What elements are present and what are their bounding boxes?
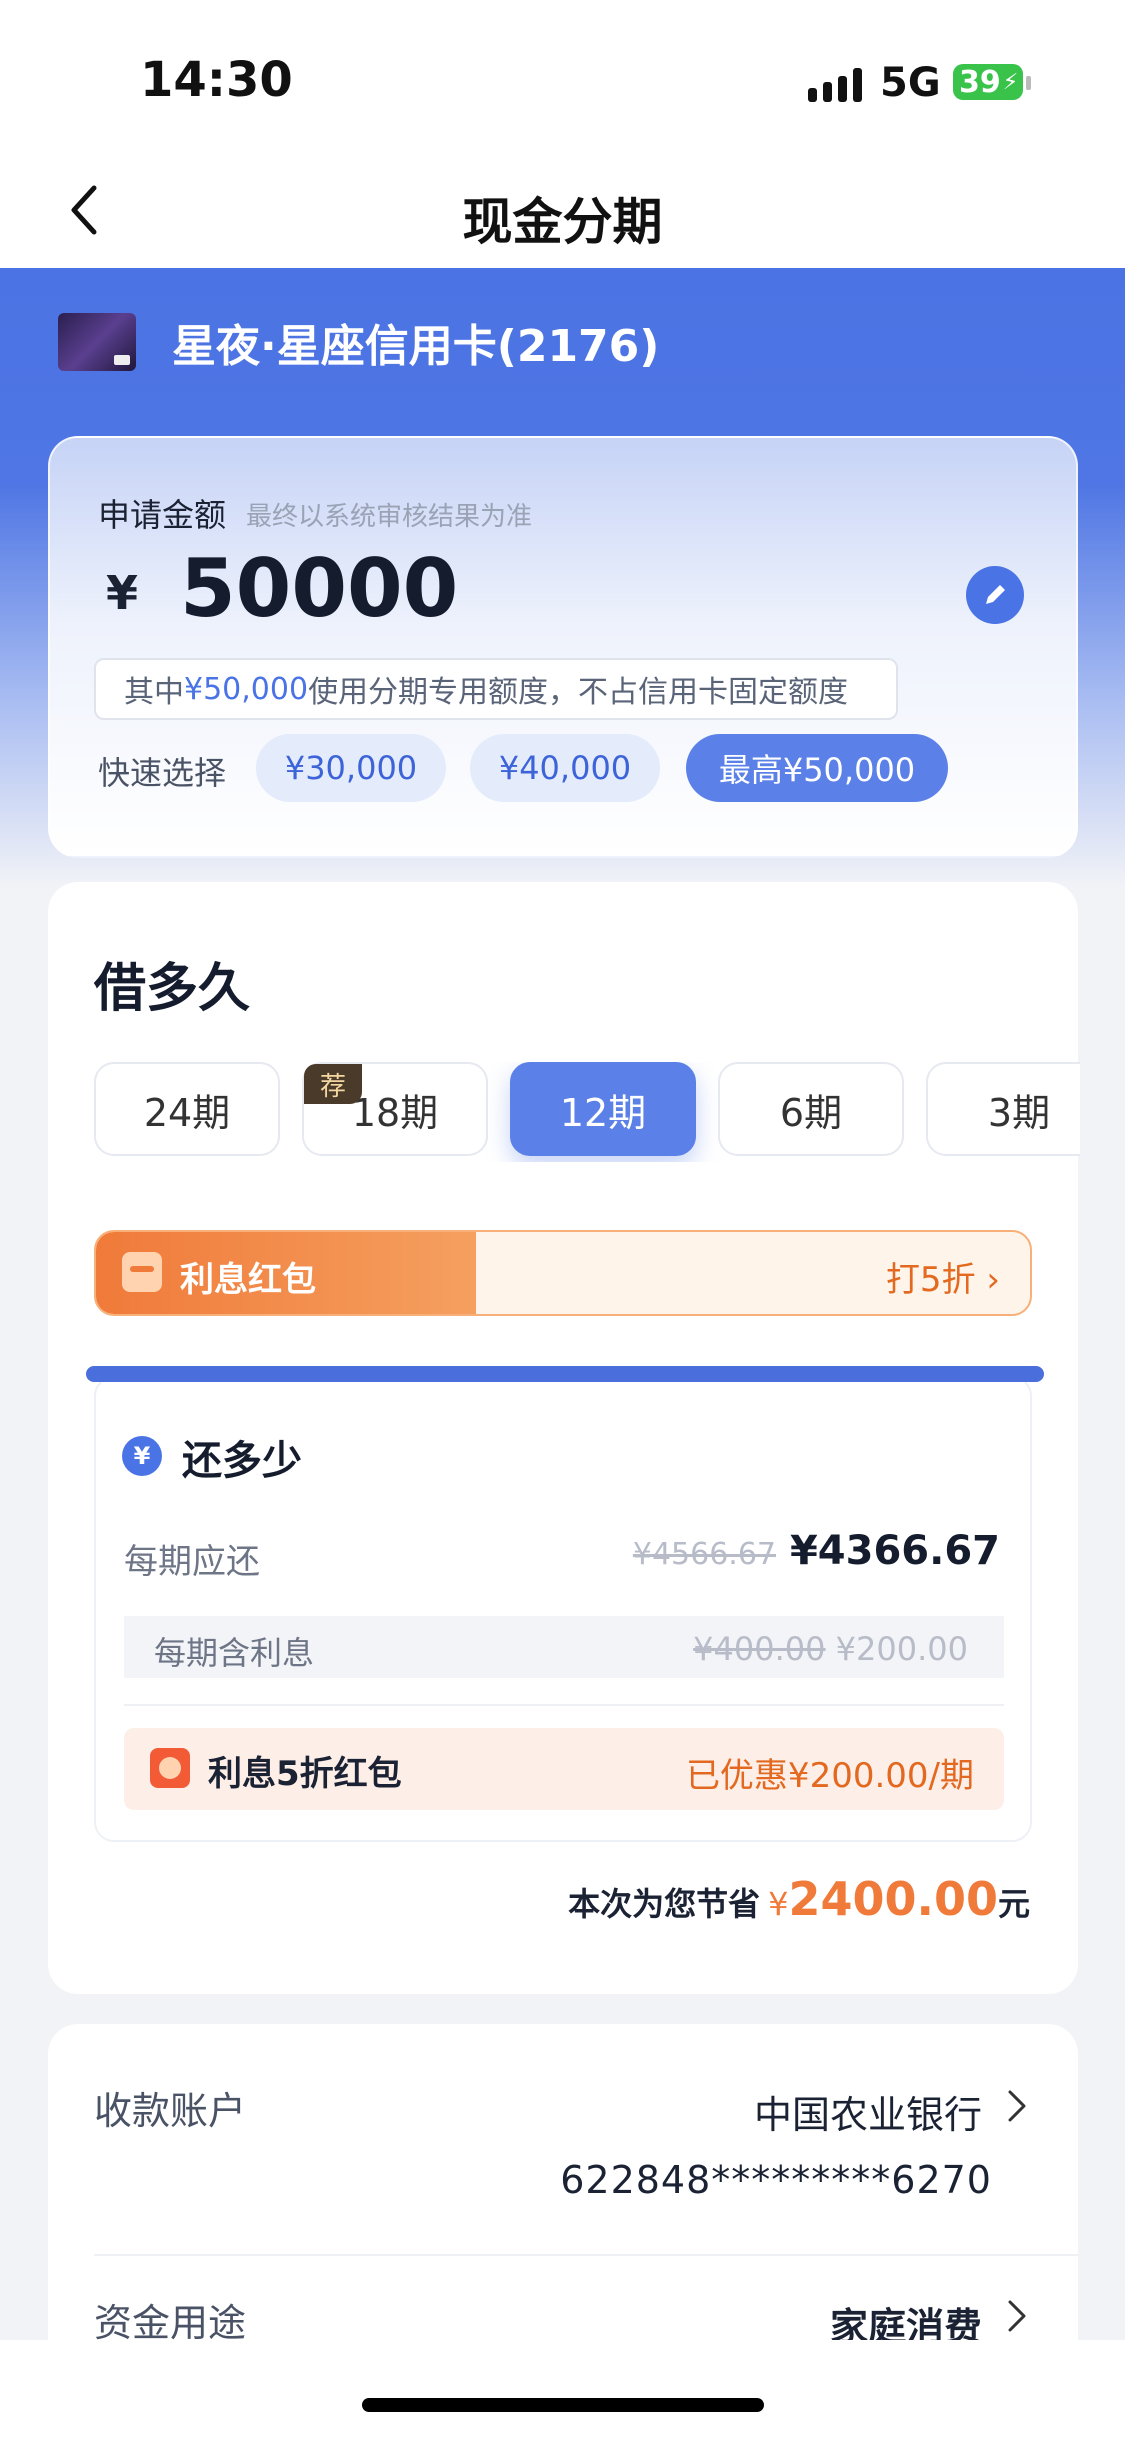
red-envelope-icon — [150, 1748, 190, 1788]
term-option-12[interactable]: 12期 — [510, 1062, 696, 1156]
quick-option-40000[interactable]: ¥40,000 — [470, 734, 660, 802]
quota-note-suffix: 使用分期专用额度，不占信用卡固定额度 — [308, 675, 849, 710]
savings-line: 本次为您节省 ¥ 2400.00 元 — [568, 1872, 1030, 1926]
quota-note-amount: ¥50,000 — [184, 671, 309, 707]
interest-label: 每期含利息 — [154, 1634, 315, 1672]
account-bank[interactable]: 中国农业银行 — [754, 2084, 982, 2139]
status-time: 14:30 — [140, 52, 293, 108]
coupon-action: 打5折 › — [886, 1252, 1000, 1301]
term-option-6[interactable]: 6期 — [718, 1062, 904, 1156]
coupon-left-section: 利息红包 — [96, 1232, 476, 1314]
edit-amount-button[interactable] — [966, 566, 1024, 624]
currency-symbol: ¥ — [106, 566, 139, 620]
network-type: 5G — [880, 60, 941, 106]
term-label: 12期 — [559, 1090, 647, 1135]
status-bar: 14:30 5G 39 ⚡ — [0, 0, 1125, 160]
discount-value: 已优惠¥200.00/期 — [685, 1756, 974, 1796]
apply-amount-hint: 最终以系统审核结果为准 — [246, 502, 533, 532]
battery-icon: 39 ⚡ — [953, 64, 1023, 100]
purpose-label: 资金用途 — [94, 2301, 247, 2345]
chevron-right-icon[interactable] — [1002, 2296, 1032, 2336]
chevron-right-icon: › — [986, 1260, 1000, 1300]
term-options: 24期 荐 18期 12期 6期 3期 — [94, 1062, 1080, 1162]
divider — [124, 1704, 1004, 1706]
divider — [94, 2254, 1078, 2256]
amount-panel: 申请金额 最终以系统审核结果为准 ¥ 50000 其中 ¥50,000 使用分期专用… — [48, 436, 1078, 858]
per-period-amount: ¥4566.67 ¥4366.67 — [633, 1528, 1000, 1574]
term-option-3[interactable]: 3期 — [926, 1062, 1080, 1156]
recommend-tag: 荐 — [304, 1064, 362, 1104]
repayment-box-accent — [86, 1366, 1044, 1382]
apply-amount-label: 申请金额 — [98, 496, 227, 534]
savings-amount: 2400.00 — [788, 1872, 998, 1926]
quick-option-30000[interactable]: ¥30,000 — [256, 734, 446, 802]
coupon-label: 利息红包 — [180, 1260, 316, 1300]
term-title: 借多久 — [94, 959, 251, 1019]
discount-label: 利息5折红包 — [208, 1754, 402, 1794]
account-label: 收款账户 — [94, 2089, 247, 2133]
savings-unit: 元 — [997, 1885, 1030, 1923]
interest-original: ¥400.00 — [693, 1630, 826, 1668]
page-title: 现金分期 — [462, 193, 663, 251]
discount-row: 利息5折红包 已优惠¥200.00/期 — [124, 1728, 1004, 1810]
battery-tip — [1026, 76, 1031, 90]
quota-note-prefix: 其中 — [124, 675, 184, 710]
money-bag-icon: ¥ — [122, 1436, 162, 1476]
home-indicator[interactable] — [362, 2398, 764, 2412]
battery-level: 39 — [959, 64, 1001, 100]
home-indicator-area — [0, 2340, 1125, 2439]
quota-note: 其中 ¥50,000 使用分期专用额度，不占信用卡固定额度 — [94, 658, 898, 720]
term-label: 3期 — [987, 1090, 1051, 1135]
interest-coupon-bar[interactable]: 利息红包 打5折 › — [94, 1230, 1032, 1316]
per-period-value: ¥4366.67 — [789, 1528, 1000, 1574]
interest-amount: ¥400.00 ¥200.00 — [693, 1630, 968, 1668]
term-label: 6期 — [779, 1090, 843, 1135]
repayment-box: ¥ 还多少 每期应还 ¥4566.67 ¥4366.67 每期含利息 ¥400.… — [86, 1366, 1044, 1842]
interest-row: 每期含利息 ¥400.00 ¥200.00 — [124, 1616, 1004, 1678]
term-label: 18期 — [351, 1090, 439, 1135]
savings-label: 本次为您节省 — [568, 1885, 761, 1923]
credit-card-thumbnail — [58, 313, 136, 371]
nav-bar: 现金分期 — [0, 160, 1125, 268]
amount-input[interactable]: 50000 — [180, 542, 458, 635]
term-option-18[interactable]: 荐 18期 — [302, 1062, 488, 1156]
quick-select-label: 快速选择 — [98, 754, 227, 792]
coupon-action-label: 打5折 — [885, 1260, 976, 1300]
card-name: 星夜·星座信用卡(2176) — [172, 321, 660, 372]
term-option-24[interactable]: 24期 — [94, 1062, 280, 1156]
card-selector[interactable]: 星夜·星座信用卡(2176) — [58, 310, 659, 374]
chevron-right-icon[interactable] — [1002, 2086, 1032, 2126]
term-label: 24期 — [143, 1090, 231, 1135]
signal-icon — [808, 62, 862, 102]
quick-option-max[interactable]: 最高¥50,000 — [686, 734, 948, 802]
per-period-label: 每期应还 — [124, 1542, 260, 1582]
pencil-icon — [986, 585, 1005, 604]
per-period-original: ¥4566.67 — [632, 1537, 777, 1572]
account-number: 622848*********6270 — [560, 2158, 992, 2202]
interest-value: ¥200.00 — [835, 1630, 968, 1668]
savings-currency: ¥ — [768, 1885, 789, 1923]
repayment-title: 还多少 — [182, 1438, 302, 1484]
term-panel: 借多久 24期 荐 18期 12期 6期 3期 利息红包 打5折 › ¥ 还多少… — [48, 882, 1080, 1994]
red-envelope-icon — [122, 1252, 162, 1292]
